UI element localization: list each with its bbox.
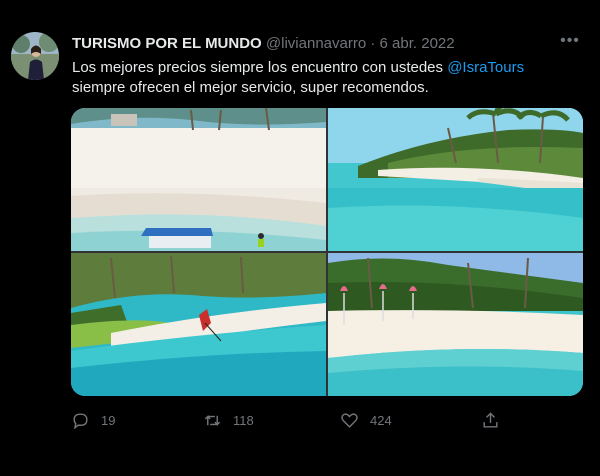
- reply-icon: [73, 412, 88, 429]
- tweet[interactable]: TURISMO POR EL MUNDO @liviannavarro · 6 …: [0, 0, 600, 476]
- tweet-date[interactable]: 6 abr. 2022: [380, 35, 455, 52]
- beach-photo-4[interactable]: [328, 253, 583, 396]
- beach-photo-3[interactable]: [71, 253, 326, 396]
- media-grid: [71, 108, 583, 396]
- tweet-header: TURISMO POR EL MUNDO @liviannavarro · 6 …: [72, 34, 560, 54]
- retweet-icon: [204, 414, 221, 426]
- share-icon: [483, 411, 498, 428]
- reply-count: 19: [101, 412, 116, 428]
- retweet-button[interactable]: 118: [203, 406, 254, 434]
- beach-photo-1[interactable]: [71, 108, 326, 251]
- heart-icon: [341, 412, 358, 428]
- tweet-text-part1: Los mejores precios siempre los encuentr…: [72, 59, 448, 76]
- tweet-text-part2: siempre ofrecen el mejor servicio, super…: [72, 79, 429, 96]
- like-button[interactable]: 424: [340, 406, 392, 434]
- mention-link[interactable]: @IsraTours: [447, 59, 524, 76]
- avatar[interactable]: [11, 32, 59, 80]
- tweet-text: Los mejores precios siempre los encuentr…: [72, 58, 582, 98]
- beach-photo-2[interactable]: [328, 108, 583, 251]
- share-button[interactable]: [481, 406, 500, 434]
- author-handle[interactable]: @liviannavarro: [266, 35, 366, 52]
- author-name[interactable]: TURISMO POR EL MUNDO: [72, 35, 262, 52]
- more-options-icon[interactable]: •••: [558, 32, 582, 54]
- like-count: 424: [370, 412, 392, 428]
- reply-button[interactable]: 19: [71, 406, 115, 434]
- separator: ·: [370, 35, 376, 52]
- action-bar: 19 118 424: [71, 406, 583, 434]
- retweet-count: 118: [233, 412, 254, 428]
- avatar-photo: [11, 32, 59, 80]
